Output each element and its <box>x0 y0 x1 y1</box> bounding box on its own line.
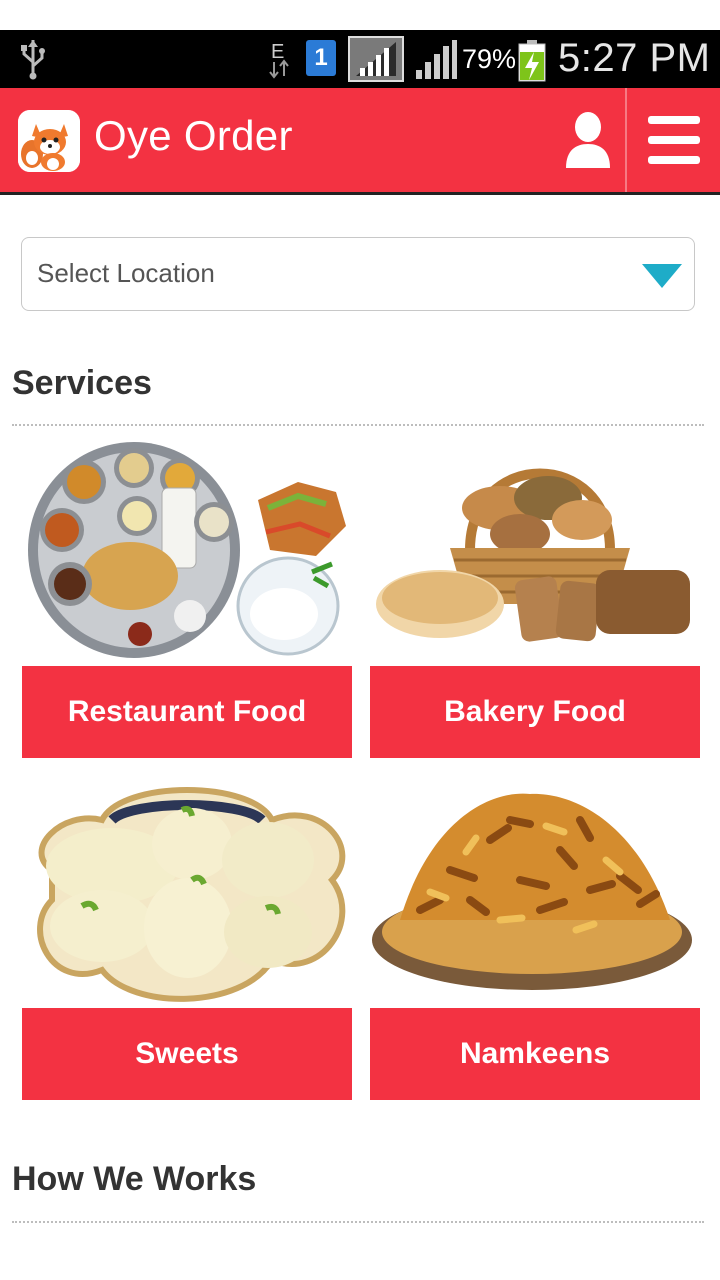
user-icon <box>566 112 610 168</box>
bakery-food-button[interactable]: Bakery Food <box>370 666 700 758</box>
status-bar: E 1 79% 5:27 PM <box>0 30 720 88</box>
location-placeholder: Select Location <box>37 258 215 288</box>
thali-plate-image <box>28 442 346 658</box>
dropdown-caret-icon <box>642 264 682 288</box>
sweets-button[interactable]: Sweets <box>22 1008 352 1100</box>
signal-strength-icon <box>348 36 404 82</box>
namkeen-snacks-image <box>372 793 692 990</box>
location-select[interactable]: Select Location <box>21 237 695 311</box>
sim-card-icon: 1 <box>306 40 336 76</box>
bread-basket-image <box>376 468 690 642</box>
fox-logo-icon <box>18 110 80 172</box>
how-we-works-divider <box>12 1221 704 1223</box>
battery-charging-icon <box>518 40 546 82</box>
usb-icon <box>21 40 45 80</box>
clock: 5:27 PM <box>558 36 711 80</box>
menu-button[interactable] <box>646 114 702 166</box>
restaurant-food-button[interactable]: Restaurant Food <box>22 666 352 758</box>
app-bar-divider <box>625 88 627 192</box>
services-heading: Services <box>12 364 152 402</box>
app-bar: Oye Order <box>0 88 720 195</box>
battery-percent: 79% <box>462 44 517 74</box>
app-title: Oye Order <box>94 112 293 159</box>
status-bar-top-spacer <box>0 0 720 30</box>
services-divider <box>12 424 704 426</box>
how-we-works-heading: How We Works <box>12 1160 257 1198</box>
signal-strength-secondary-icon <box>416 40 457 79</box>
hamburger-menu-icon <box>648 116 700 164</box>
namkeens-button[interactable]: Namkeens <box>370 1008 700 1100</box>
user-profile-button[interactable] <box>560 108 616 172</box>
network-data-icon: E <box>269 41 289 79</box>
network-type-label: E <box>271 41 284 63</box>
rasgulla-sweets-image <box>37 787 346 1002</box>
